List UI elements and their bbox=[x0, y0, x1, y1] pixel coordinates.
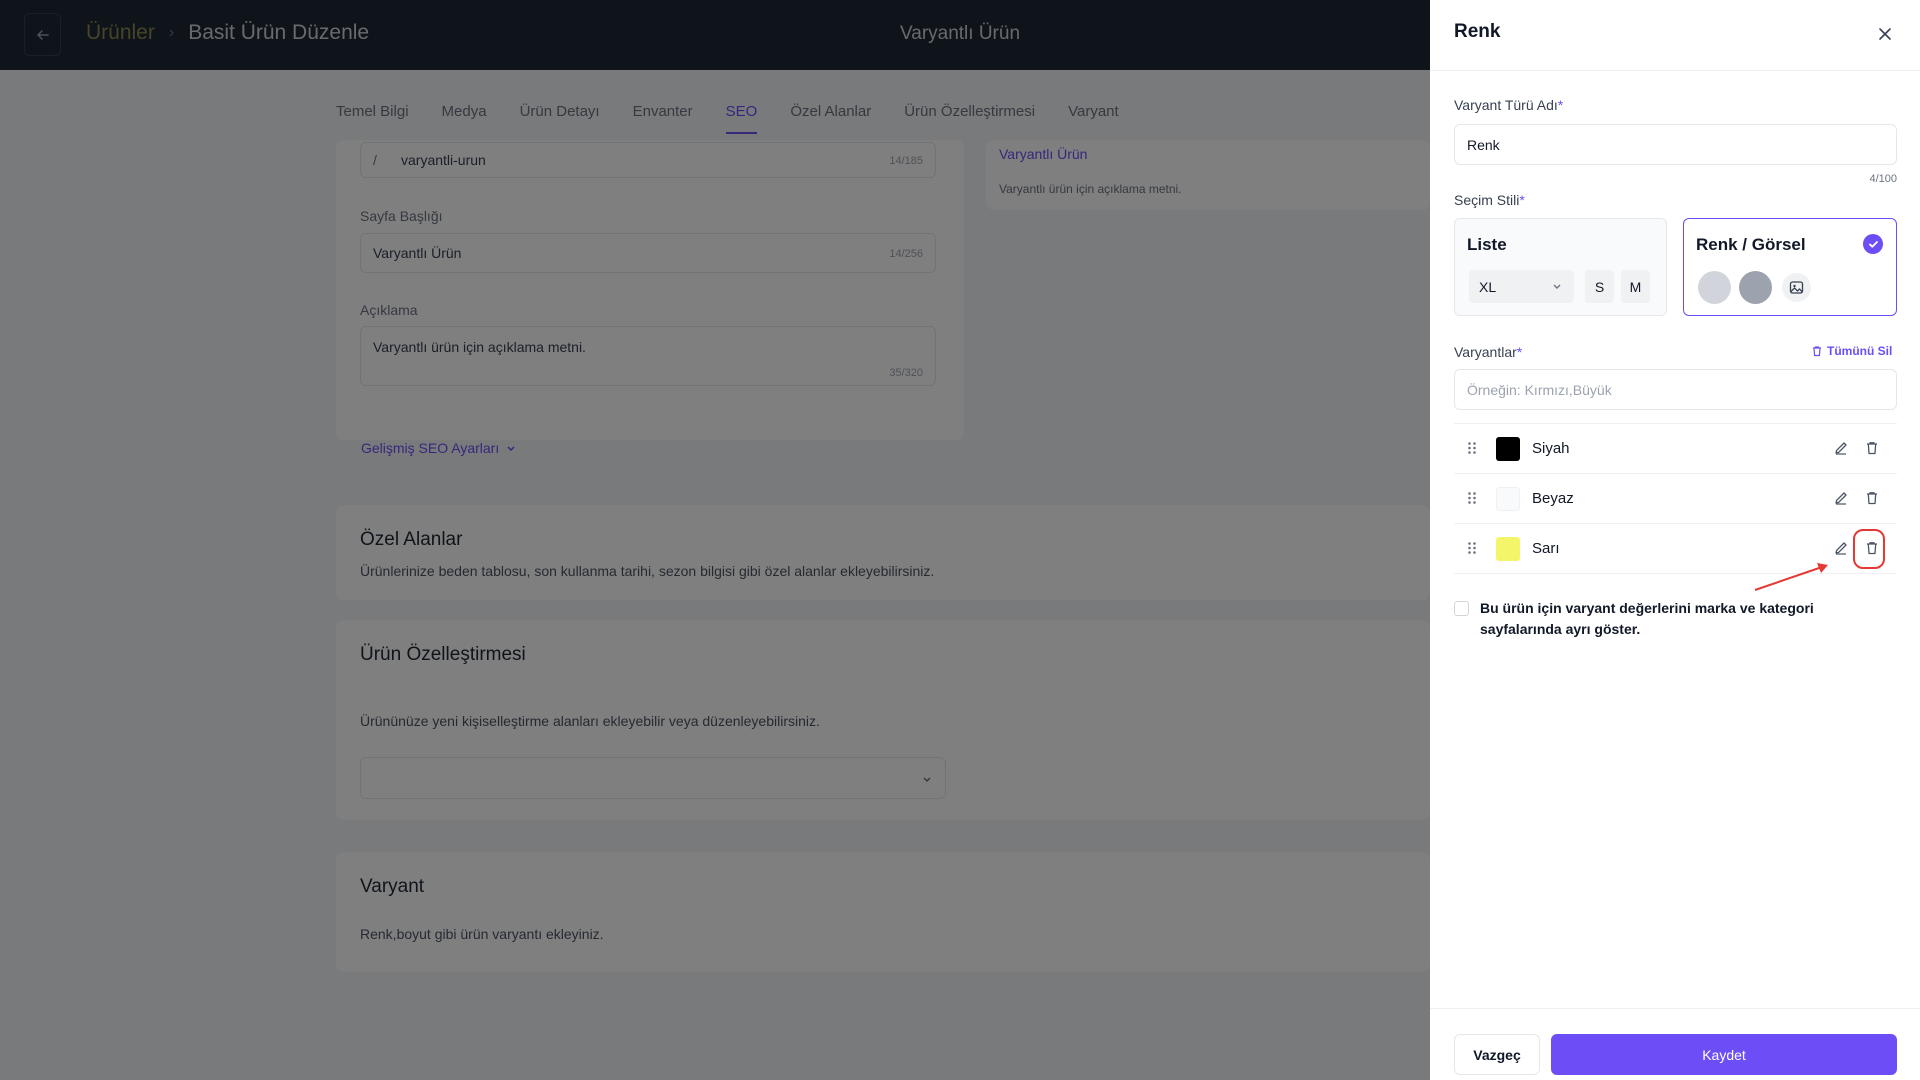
chevron-down-icon bbox=[1553, 284, 1561, 289]
edit-icon[interactable] bbox=[1833, 540, 1849, 561]
clear-all-button[interactable]: Tümünü Sil bbox=[1811, 344, 1892, 358]
type-name-label-text: Varyant Türü Adı bbox=[1454, 97, 1558, 113]
trash-icon bbox=[1813, 346, 1821, 357]
variants-label-text: Varyantlar bbox=[1454, 344, 1517, 360]
variant-name: Sarı bbox=[1532, 540, 1560, 557]
drawer-title: Renk bbox=[1454, 21, 1501, 42]
trash-icon[interactable] bbox=[1864, 440, 1880, 461]
variant-color-swatch bbox=[1496, 437, 1520, 461]
close-button[interactable] bbox=[1873, 22, 1897, 46]
color-swatch-light bbox=[1698, 271, 1731, 304]
size-select-value: XL bbox=[1479, 278, 1497, 295]
image-icon bbox=[1782, 273, 1811, 302]
separate-display-label: Bu ürün için varyant değerlerini marka v… bbox=[1480, 600, 1814, 637]
variant-list: Siyah Beyaz Sarı bbox=[1454, 423, 1897, 574]
selection-style-label-text: Seçim Stili bbox=[1454, 192, 1520, 208]
drag-handle-icon[interactable] bbox=[1467, 541, 1477, 560]
highlight-ring bbox=[1853, 529, 1885, 569]
required-mark: * bbox=[1516, 344, 1523, 360]
variant-color-swatch bbox=[1496, 487, 1520, 511]
color-swatch-dark bbox=[1739, 271, 1772, 304]
style-option-list[interactable]: Liste XL S M bbox=[1454, 218, 1667, 316]
required-mark: * bbox=[1557, 97, 1564, 113]
style-option-color-image[interactable]: Renk / Görsel bbox=[1683, 218, 1897, 316]
selection-style-label: Seçim Stili* bbox=[1454, 192, 1525, 208]
variant-name: Siyah bbox=[1532, 440, 1570, 457]
separate-display-checkbox[interactable] bbox=[1454, 601, 1469, 616]
type-name-counter: 4/100 bbox=[1869, 173, 1897, 185]
variant-row: Sarı bbox=[1454, 524, 1897, 574]
edit-icon[interactable] bbox=[1833, 440, 1849, 461]
modal-backdrop[interactable] bbox=[0, 0, 1430, 1080]
drawer-footer: Vazgeç Kaydet bbox=[1430, 1008, 1920, 1080]
cancel-button[interactable]: Vazgeç bbox=[1454, 1034, 1540, 1075]
trash-icon[interactable] bbox=[1864, 490, 1880, 511]
size-select-preview: XL bbox=[1469, 270, 1574, 303]
style-color-title: Renk / Görsel bbox=[1696, 235, 1806, 254]
selected-check-icon bbox=[1863, 234, 1883, 254]
edit-icon[interactable] bbox=[1833, 490, 1849, 511]
type-name-input[interactable]: Renk bbox=[1454, 124, 1897, 165]
clear-all-label: Tümünü Sil bbox=[1827, 344, 1893, 358]
variant-type-drawer: Renk Varyant Türü Adı* Renk 4/100 Seçim … bbox=[1430, 0, 1920, 1080]
variant-row: Siyah bbox=[1454, 424, 1897, 474]
style-list-title: Liste bbox=[1467, 235, 1507, 254]
save-button[interactable]: Kaydet bbox=[1551, 1034, 1897, 1075]
variant-color-swatch bbox=[1496, 537, 1520, 561]
drag-handle-icon[interactable] bbox=[1467, 441, 1477, 460]
variants-input[interactable]: Örneğin: Kırmızı,Büyük bbox=[1454, 369, 1897, 410]
drawer-header: Renk bbox=[1430, 0, 1920, 71]
variants-label: Varyantlar* bbox=[1454, 344, 1522, 360]
variant-name: Beyaz bbox=[1532, 490, 1574, 507]
close-icon bbox=[1879, 28, 1891, 40]
required-mark: * bbox=[1519, 192, 1525, 208]
type-name-label: Varyant Türü Adı* bbox=[1454, 97, 1563, 113]
size-chip-s: S bbox=[1585, 270, 1614, 303]
variant-row: Beyaz bbox=[1454, 474, 1897, 524]
drag-handle-icon[interactable] bbox=[1467, 491, 1477, 510]
size-chip-m: M bbox=[1621, 270, 1650, 303]
